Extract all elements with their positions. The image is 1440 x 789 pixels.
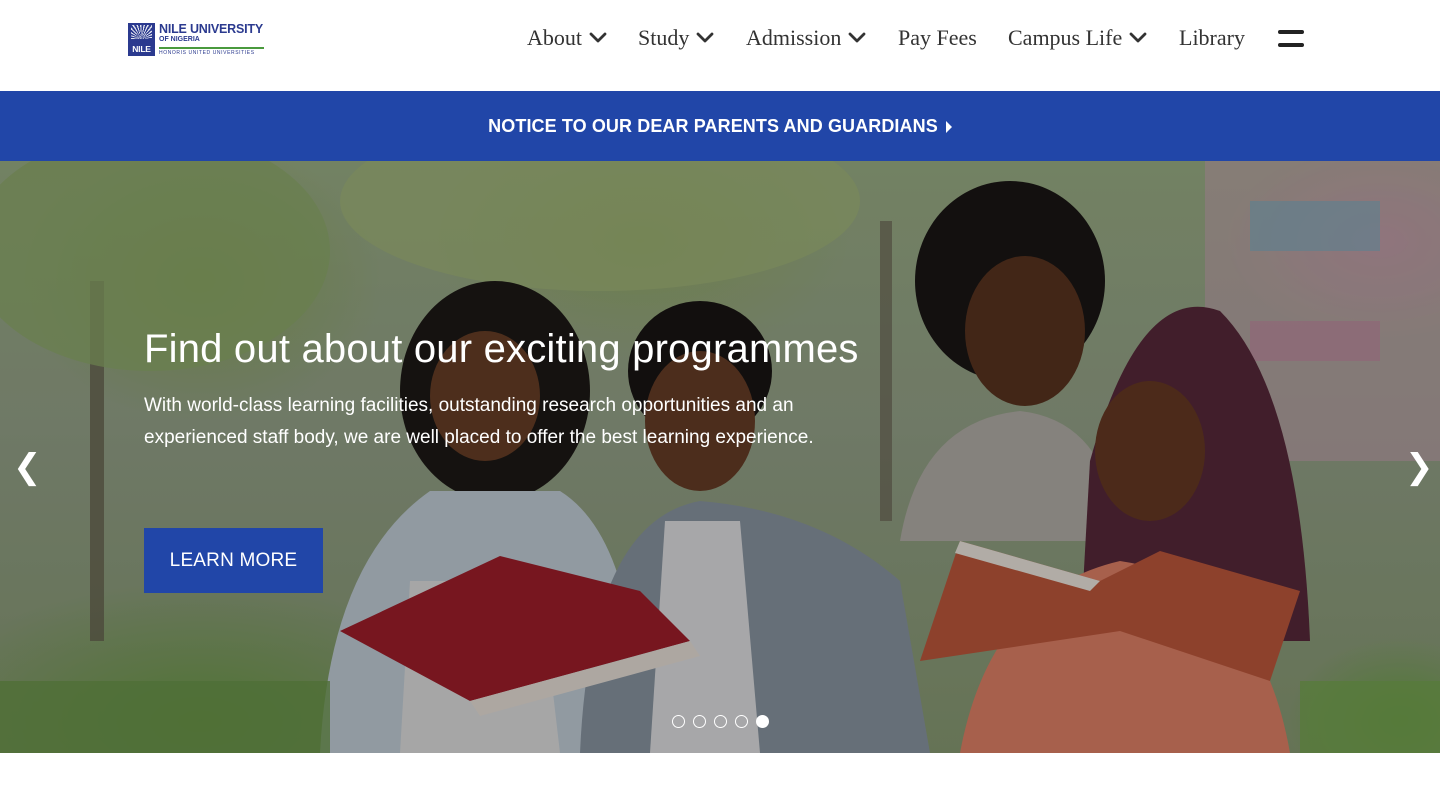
logo-subtitle: OF NIGERIA	[159, 36, 200, 43]
notice-text: NOTICE TO OUR DEAR PARENTS AND GUARDIANS	[488, 115, 938, 136]
logo-wordmark: NILE UNIVERSITY OF NIGERIA HONORIS UNITE…	[159, 23, 264, 57]
site-header: NILE NILE UNIVERSITY OF NIGERIA HONORIS …	[0, 0, 1440, 91]
chevron-down-icon	[696, 32, 714, 43]
university-logo[interactable]: NILE NILE UNIVERSITY OF NIGERIA HONORIS …	[128, 23, 268, 59]
nav-item-pay-fees[interactable]: Pay Fees	[898, 23, 977, 53]
slider-dot-active[interactable]	[756, 715, 769, 728]
hamburger-icon[interactable]	[1278, 29, 1304, 49]
chevron-down-icon	[1129, 32, 1147, 43]
slider-dot[interactable]	[714, 715, 727, 728]
slider-dot[interactable]	[735, 715, 748, 728]
nav-item-campus-life[interactable]: Campus Life	[1008, 23, 1147, 53]
nav-item-label: Pay Fees	[898, 25, 977, 50]
chevron-left-icon[interactable]: ❮	[13, 450, 42, 484]
nav-item-label: Study	[638, 25, 690, 50]
nav-item-label: About	[527, 25, 582, 50]
slider-dot[interactable]	[693, 715, 706, 728]
logo-mark-icon: NILE	[128, 23, 155, 56]
nav-item-label: Campus Life	[1008, 25, 1123, 50]
hero-overlay	[0, 161, 1440, 753]
chevron-right-icon[interactable]: ❯	[1405, 450, 1434, 484]
nav-item-admission[interactable]: Admission	[746, 23, 866, 53]
logo-divider	[159, 47, 264, 49]
logo-mark-text: NILE	[132, 44, 151, 54]
slider-dot[interactable]	[672, 715, 685, 728]
hero-slider: Find out about our exciting programmes W…	[0, 161, 1440, 753]
caret-right-icon	[945, 120, 952, 133]
hero-description: With world-class learning facilities, ou…	[144, 395, 814, 448]
nav-item-library[interactable]: Library	[1179, 23, 1245, 53]
nav-item-label: Admission	[746, 25, 842, 50]
logo-name: NILE UNIVERSITY	[159, 22, 263, 36]
nav-item-about[interactable]: About	[527, 23, 607, 53]
logo-tagline: HONORIS UNITED UNIVERSITIES	[159, 49, 255, 56]
notice-banner[interactable]: NOTICE TO OUR DEAR PARENTS AND GUARDIANS	[0, 91, 1440, 161]
chevron-down-icon	[589, 32, 607, 43]
nav-item-study[interactable]: Study	[638, 23, 714, 53]
nav-item-label: Library	[1179, 25, 1245, 50]
chevron-down-icon	[848, 32, 866, 43]
learn-more-button[interactable]: LEARN MORE	[144, 528, 323, 593]
slider-dots	[672, 715, 769, 728]
hero-title: Find out about our exciting programmes	[144, 327, 859, 371]
